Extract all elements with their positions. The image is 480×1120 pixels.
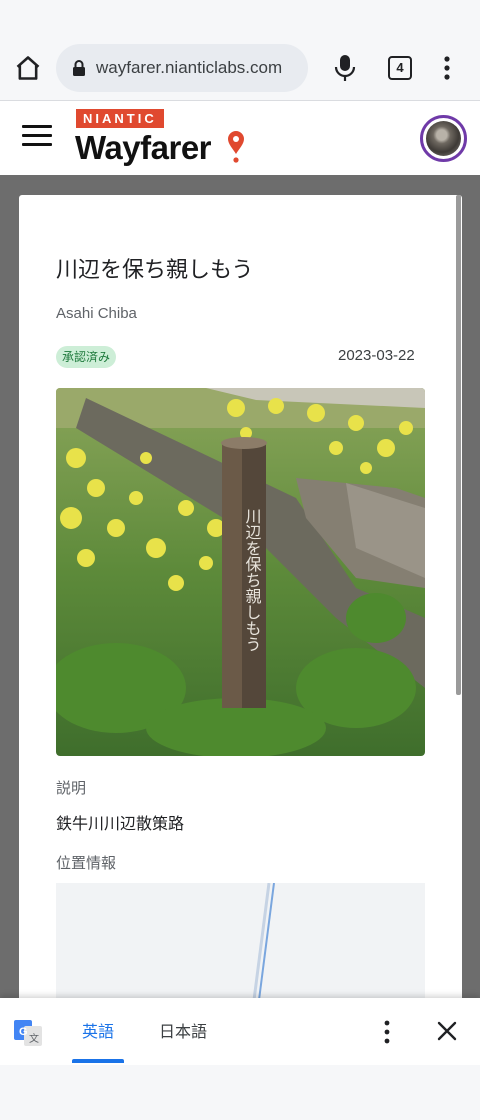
- svg-text:G: G: [19, 1026, 28, 1038]
- browser-toolbar: wayfarer.nianticlabs.com 4: [0, 36, 480, 100]
- close-icon[interactable]: [436, 1020, 458, 1042]
- status-badge: 承認済み: [56, 346, 117, 368]
- active-tab-indicator: [72, 1059, 124, 1063]
- location-label: 位置情報: [56, 854, 117, 872]
- submission-photo[interactable]: 川辺を保ち親しもう: [56, 388, 425, 756]
- address-bar[interactable]: wayfarer.nianticlabs.com: [56, 44, 308, 92]
- status-bar-area: [0, 0, 480, 36]
- tab-switcher-button[interactable]: 4: [388, 56, 412, 80]
- photo-illustration: 川辺を保ち親しもう: [56, 388, 425, 756]
- location-map[interactable]: [56, 883, 425, 1000]
- url-text[interactable]: wayfarer.nianticlabs.com: [96, 58, 302, 78]
- niantic-logo[interactable]: NIANTIC: [76, 109, 164, 128]
- site-header: NIANTIC Wayfarer: [0, 100, 480, 175]
- lock-icon[interactable]: [70, 59, 88, 77]
- system-nav-area: [0, 1065, 480, 1120]
- pin-icon: [228, 131, 244, 163]
- more-vert-icon[interactable]: [440, 54, 454, 82]
- submission-date: 2023-03-22: [338, 347, 415, 364]
- wayfarer-logo[interactable]: Wayfarer: [75, 129, 212, 167]
- tab-japanese[interactable]: 日本語: [152, 998, 214, 1065]
- menu-icon[interactable]: [22, 125, 52, 149]
- page-title: 川辺を保ち親しもう: [56, 258, 254, 283]
- avatar[interactable]: [420, 115, 467, 162]
- author-name: Asahi Chiba: [56, 305, 137, 322]
- description-label: 説明: [56, 779, 87, 797]
- translate-bar: G 文 英語 日本語: [0, 998, 480, 1065]
- post-text: 川辺を保ち親しもう: [243, 508, 262, 652]
- svg-text:文: 文: [29, 1032, 39, 1045]
- tab-english[interactable]: 英語: [72, 998, 124, 1065]
- google-translate-icon[interactable]: G 文: [14, 1018, 42, 1046]
- description-text: 鉄牛川川辺散策路: [56, 814, 185, 833]
- home-icon[interactable]: [14, 54, 42, 82]
- scrollbar[interactable]: [456, 195, 461, 695]
- map-road: [252, 883, 275, 1000]
- mic-icon[interactable]: [334, 54, 356, 82]
- more-vert-icon[interactable]: [380, 1019, 394, 1045]
